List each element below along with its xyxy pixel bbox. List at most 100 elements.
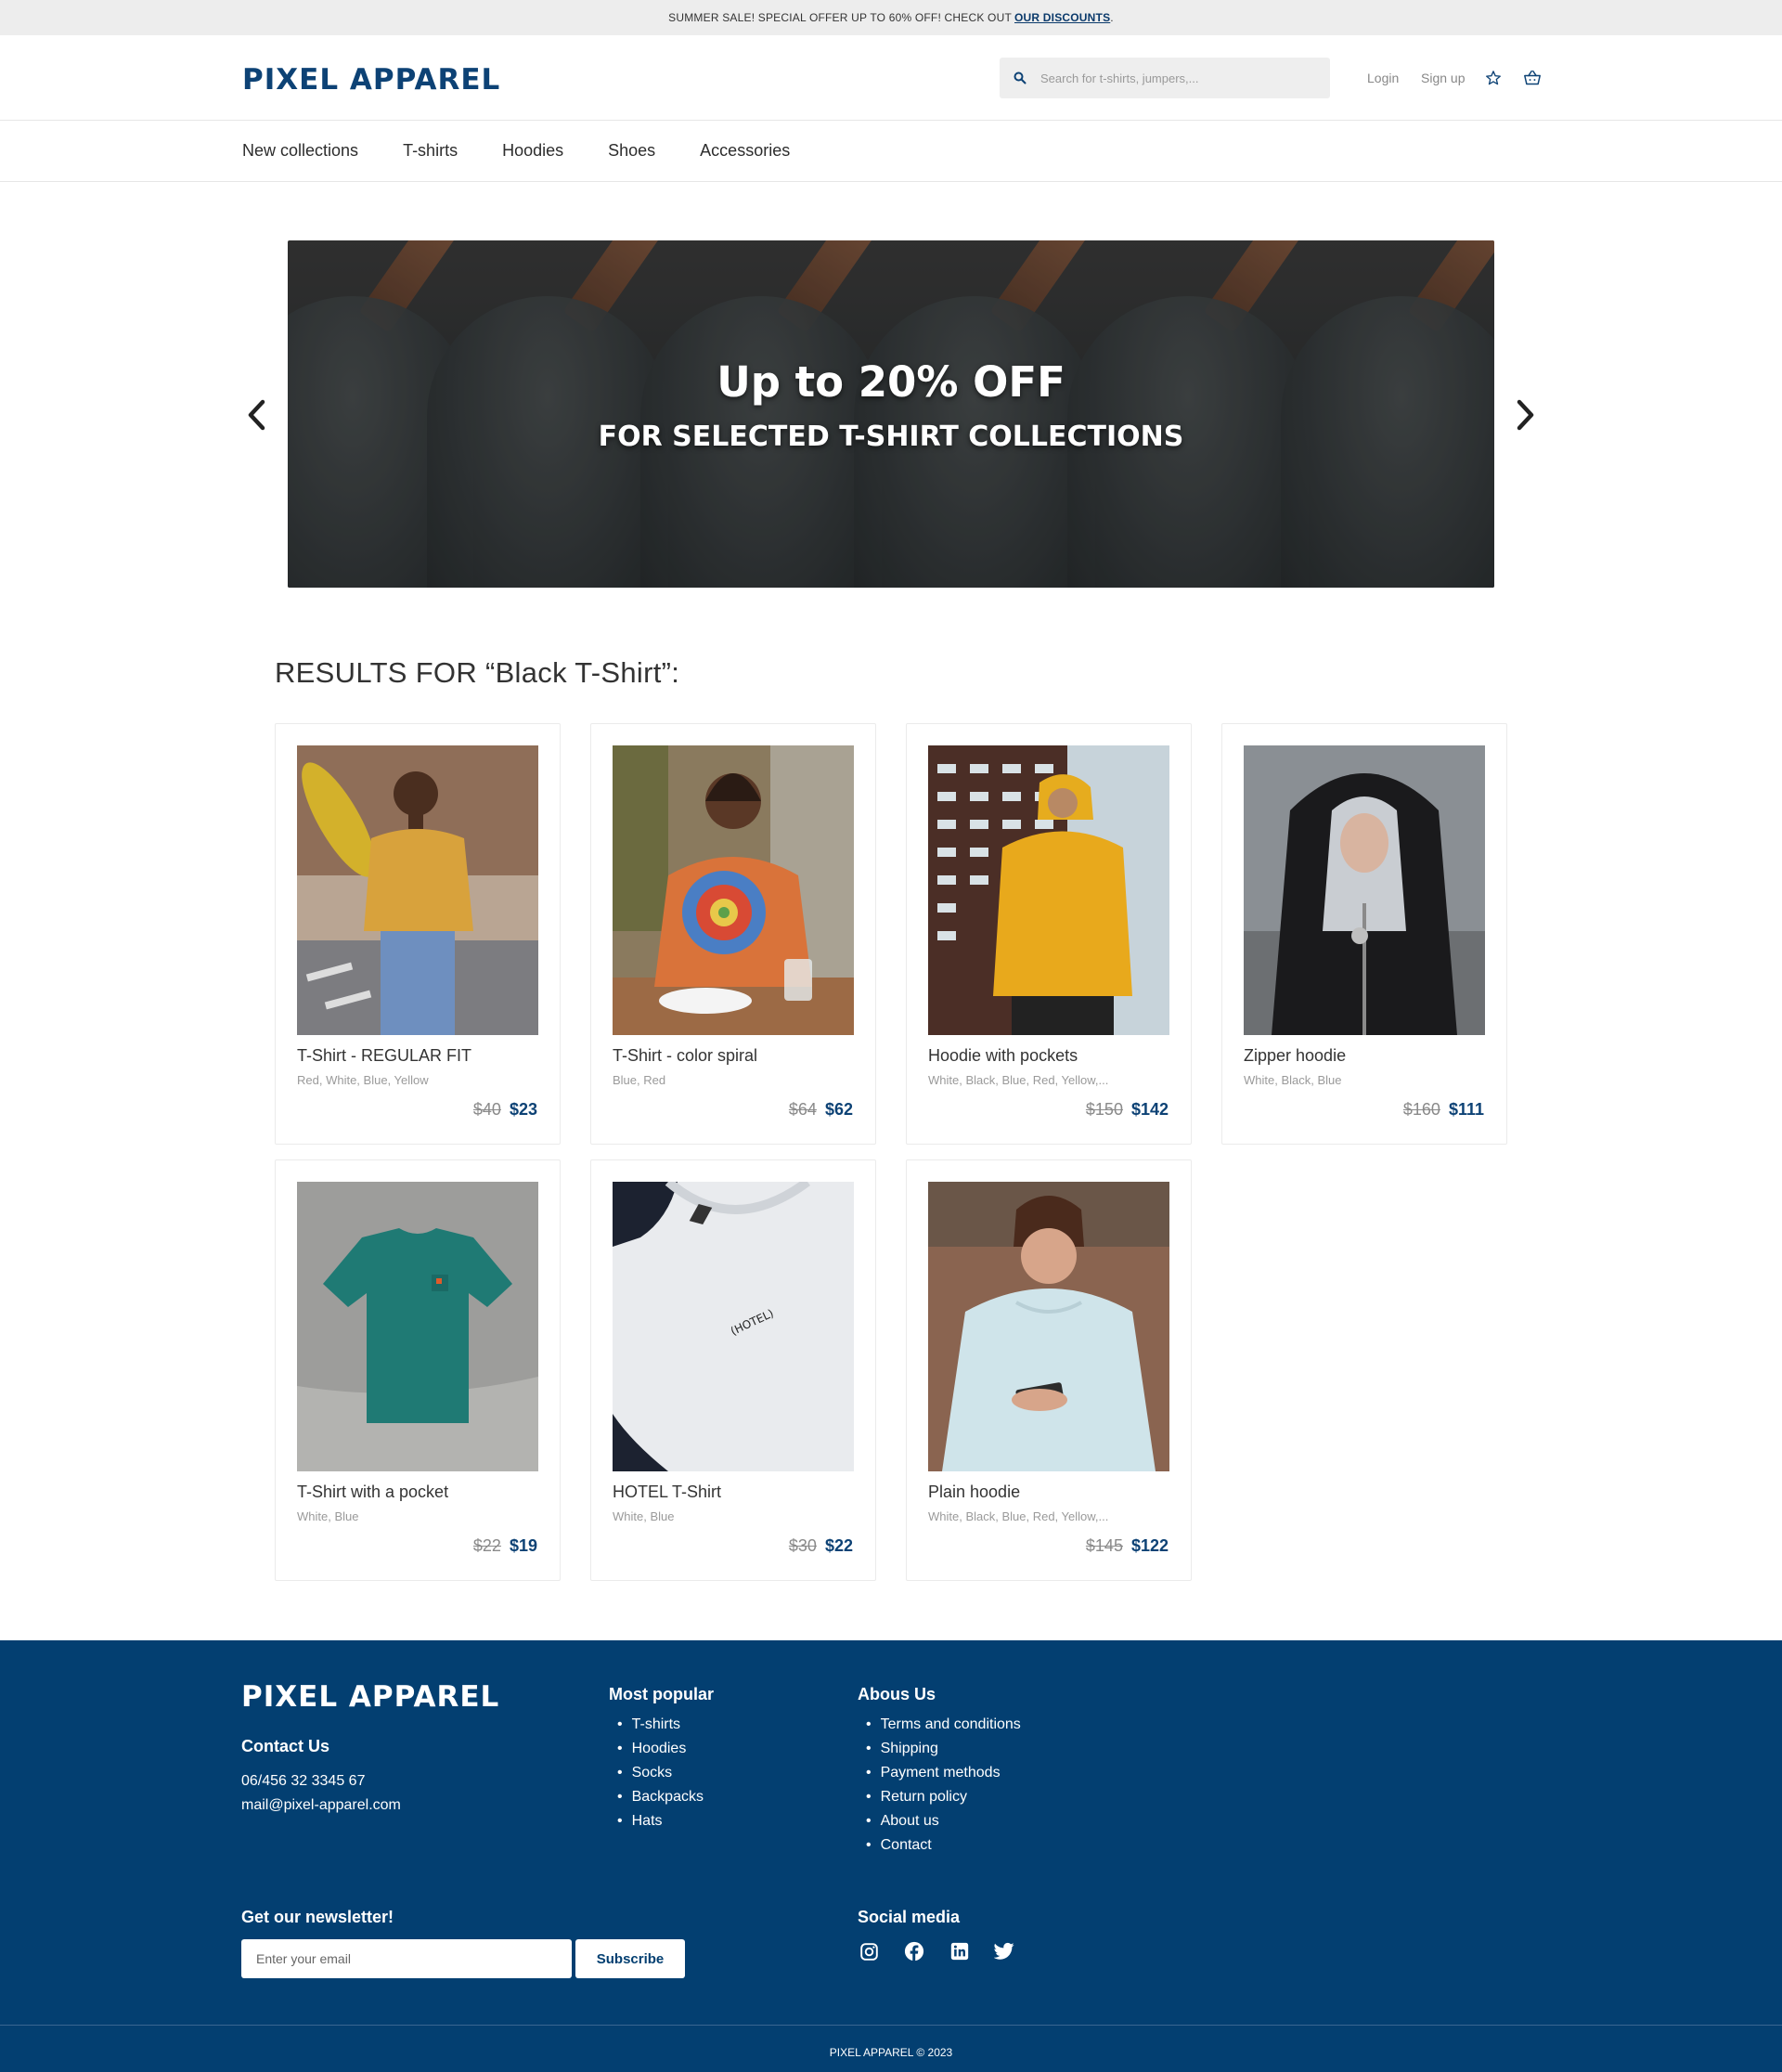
- product-price: $19: [509, 1536, 537, 1555]
- product-image[interactable]: [1244, 745, 1485, 1035]
- product-prices: $160 $111: [1403, 1100, 1484, 1120]
- subscribe-button[interactable]: Subscribe: [575, 1939, 685, 1978]
- about-link[interactable]: Terms and conditions: [866, 1713, 1021, 1737]
- product-name[interactable]: Hoodie with pockets: [928, 1046, 1078, 1066]
- carousel-next-button[interactable]: [1509, 396, 1543, 434]
- nav-accessories[interactable]: Accessories: [700, 141, 790, 161]
- about-link[interactable]: Contact: [866, 1833, 1021, 1858]
- discounts-link[interactable]: OUR DISCOUNTS: [1014, 11, 1110, 24]
- product-colors: Red, White, Blue, Yellow: [297, 1073, 429, 1087]
- product-card[interactable]: (HOTEL) HOTEL T-Shirt White, Blue $30 $22: [590, 1159, 876, 1581]
- search-box[interactable]: [1000, 58, 1330, 98]
- nav-tshirts[interactable]: T-shirts: [403, 141, 458, 161]
- announcement-suffix: .: [1110, 11, 1114, 24]
- product-name[interactable]: T-Shirt - color spiral: [613, 1046, 757, 1066]
- popular-link[interactable]: Backpacks: [617, 1785, 704, 1809]
- twitter-icon[interactable]: [993, 1940, 1015, 1962]
- product-card[interactable]: T-Shirt - color spiral Blue, Red $64 $62: [590, 723, 876, 1145]
- about-link[interactable]: Shipping: [866, 1737, 1021, 1761]
- star-icon[interactable]: [1483, 68, 1504, 88]
- product-price: $122: [1130, 1536, 1169, 1555]
- product-image[interactable]: [613, 745, 854, 1035]
- popular-link[interactable]: T-shirts: [617, 1713, 704, 1737]
- nav-new-collections[interactable]: New collections: [242, 141, 358, 161]
- popular-heading: Most popular: [609, 1685, 714, 1703]
- product-image[interactable]: [297, 745, 538, 1035]
- product-name[interactable]: T-Shirt - REGULAR FIT: [297, 1046, 471, 1066]
- results-title: RESULTS FOR “Black T-Shirt”:: [275, 656, 680, 689]
- contact-heading: Contact Us: [241, 1737, 330, 1755]
- product-prices: $145 $122: [1086, 1536, 1169, 1556]
- product-image[interactable]: [928, 745, 1169, 1035]
- footer-logo[interactable]: PIXEL APPAREL: [241, 1680, 499, 1714]
- product-card[interactable]: T-Shirt - REGULAR FIT Red, White, Blue, …: [275, 723, 561, 1145]
- hero-banner[interactable]: Up to 20% OFF FOR SELECTED T-SHIRT COLLE…: [288, 240, 1494, 588]
- product-image[interactable]: (HOTEL): [613, 1182, 854, 1471]
- site-footer: PIXEL APPAREL Contact Us 06/456 32 3345 …: [0, 1640, 1782, 2072]
- product-price: $142: [1130, 1100, 1169, 1119]
- main-nav: New collections T-shirts Hoodies Shoes A…: [0, 121, 1782, 182]
- product-card[interactable]: Hoodie with pockets White, Black, Blue, …: [906, 723, 1192, 1145]
- newsletter-heading: Get our newsletter!: [241, 1908, 394, 1926]
- newsletter-email-input[interactable]: [241, 1939, 572, 1978]
- contact-email[interactable]: mail@pixel-apparel.com: [241, 1797, 401, 1814]
- product-colors: White, Black, Blue: [1244, 1073, 1342, 1087]
- product-price: $23: [509, 1100, 537, 1119]
- product-name[interactable]: HOTEL T-Shirt: [613, 1483, 721, 1502]
- nav-shoes[interactable]: Shoes: [608, 141, 655, 161]
- product-card[interactable]: Plain hoodie White, Black, Blue, Red, Ye…: [906, 1159, 1192, 1581]
- product-prices: $40 $23: [473, 1100, 537, 1120]
- popular-link[interactable]: Socks: [617, 1761, 704, 1785]
- footer-divider: [0, 2025, 1782, 2026]
- product-old-price: $40: [472, 1100, 501, 1119]
- login-link[interactable]: Login: [1367, 71, 1399, 85]
- product-price: $62: [824, 1100, 853, 1119]
- copyright: PIXEL APPAREL © 2023: [829, 2046, 953, 2059]
- social-heading: Social media: [858, 1908, 961, 1926]
- product-old-price: $150: [1085, 1100, 1123, 1119]
- about-list: Terms and conditions Shipping Payment me…: [866, 1713, 1021, 1858]
- facebook-icon[interactable]: [903, 1940, 925, 1962]
- product-colors: White, Blue: [297, 1509, 359, 1523]
- site-header: PIXEL APPAREL Login Sign up: [0, 35, 1782, 121]
- product-colors: Blue, Red: [613, 1073, 666, 1087]
- nav-hoodies[interactable]: Hoodies: [502, 141, 563, 161]
- product-image[interactable]: [928, 1182, 1169, 1471]
- search-input[interactable]: [1040, 71, 1310, 85]
- product-old-price: $160: [1402, 1100, 1440, 1119]
- product-old-price: $30: [788, 1536, 817, 1555]
- search-icon[interactable]: [1000, 71, 1040, 84]
- product-colors: White, Blue: [613, 1509, 675, 1523]
- linkedin-icon[interactable]: [949, 1940, 971, 1962]
- hero-carousel: Up to 20% OFF FOR SELECTED T-SHIRT COLLE…: [0, 240, 1782, 589]
- contact-phone[interactable]: 06/456 32 3345 67: [241, 1773, 365, 1790]
- product-card[interactable]: Zipper hoodie White, Black, Blue $160 $11…: [1221, 723, 1507, 1145]
- announcement-text: SUMMER SALE! SPECIAL OFFER UP TO 60% OFF…: [668, 11, 1012, 24]
- about-link[interactable]: Payment methods: [866, 1761, 1021, 1785]
- signup-link[interactable]: Sign up: [1421, 71, 1465, 85]
- logo[interactable]: PIXEL APPAREL: [242, 63, 500, 97]
- hero-subtitle: FOR SELECTED T-SHIRT COLLECTIONS: [598, 421, 1184, 453]
- popular-link[interactable]: Hoodies: [617, 1737, 704, 1761]
- product-name[interactable]: Plain hoodie: [928, 1483, 1020, 1502]
- product-old-price: $22: [472, 1536, 501, 1555]
- about-link[interactable]: Return policy: [866, 1785, 1021, 1809]
- product-prices: $30 $22: [789, 1536, 853, 1556]
- product-card[interactable]: T-Shirt with a pocket White, Blue $22 $19: [275, 1159, 561, 1581]
- about-link[interactable]: About us: [866, 1809, 1021, 1833]
- product-colors: White, Black, Blue, Red, Yellow,...: [928, 1509, 1109, 1523]
- product-price: $111: [1448, 1100, 1484, 1119]
- product-prices: $64 $62: [789, 1100, 853, 1120]
- product-old-price: $64: [788, 1100, 817, 1119]
- popular-link[interactable]: Hats: [617, 1809, 704, 1833]
- instagram-icon[interactable]: [858, 1940, 880, 1962]
- announcement-bar: SUMMER SALE! SPECIAL OFFER UP TO 60% OFF…: [0, 0, 1782, 35]
- basket-icon[interactable]: [1522, 68, 1543, 88]
- carousel-prev-button[interactable]: [239, 396, 273, 434]
- product-image[interactable]: [297, 1182, 538, 1471]
- product-name[interactable]: T-Shirt with a pocket: [297, 1483, 448, 1502]
- product-price: $22: [824, 1536, 853, 1555]
- product-colors: White, Black, Blue, Red, Yellow,...: [928, 1073, 1109, 1087]
- product-name[interactable]: Zipper hoodie: [1244, 1046, 1346, 1066]
- product-prices: $22 $19: [473, 1536, 537, 1556]
